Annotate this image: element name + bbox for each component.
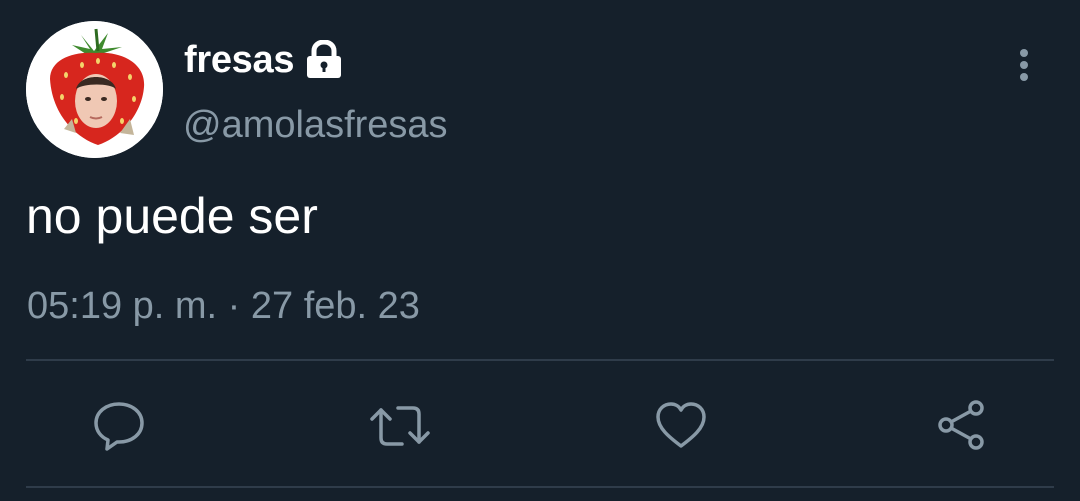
reply-button[interactable]	[91, 398, 147, 454]
reply-icon	[94, 402, 144, 451]
like-button[interactable]	[653, 398, 709, 454]
tweet-detail: fresas @amolasfresas no puede ser 05:19 …	[0, 0, 1080, 501]
heart-icon	[656, 402, 706, 448]
retweet-icon	[370, 406, 430, 446]
share-icon	[938, 400, 984, 450]
retweet-button[interactable]	[370, 398, 430, 454]
divider	[26, 486, 1054, 488]
tweet-timestamp[interactable]: 05:19 p. m. · 27 feb. 23	[27, 280, 420, 332]
avatar[interactable]	[26, 21, 163, 158]
more-vertical-icon[interactable]	[1008, 44, 1040, 86]
tweet-text: no puede ser	[26, 188, 318, 244]
lock-icon	[304, 39, 344, 80]
share-button[interactable]	[934, 398, 990, 454]
display-name[interactable]: fresas	[184, 36, 294, 84]
strawberry-avatar-image	[26, 21, 163, 158]
display-name-row: fresas	[184, 36, 344, 84]
divider	[26, 359, 1054, 361]
user-handle[interactable]: @amolasfresas	[183, 101, 448, 149]
